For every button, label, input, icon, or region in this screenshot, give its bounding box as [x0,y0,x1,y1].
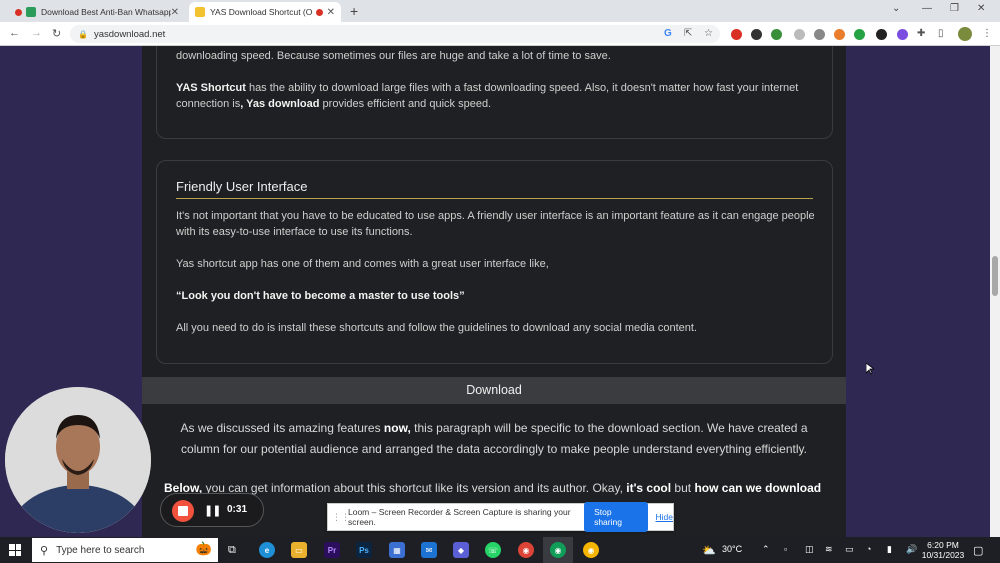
task-view-icon[interactable]: ⧉ [228,544,236,557]
menu-dots-icon[interactable]: ⋮ [982,28,992,39]
url-text: yasdownload.net [93,28,166,40]
reload-icon[interactable]: ↻ [52,27,61,40]
google-icon[interactable]: G [664,28,672,39]
clock-time: 6:20 PM [927,540,959,550]
ui-paragraph-3: All you need to do is install these shor… [176,322,697,334]
chrome-icon[interactable]: ◉ [583,542,599,558]
close-tab-icon[interactable]: ✕ [171,7,179,18]
share-icon[interactable]: ⇱ [684,28,692,39]
download-paragraph-1: As we discussed its amazing features now… [180,421,808,456]
extension-icon[interactable] [897,29,908,40]
extension-icon[interactable] [834,29,845,40]
site-favicon-icon [26,7,36,17]
bookmark-star-icon[interactable]: ☆ [704,28,713,39]
screen-share-notice: ⋮⋮ Loom – Screen Recorder & Screen Captu… [327,502,674,532]
mail-icon[interactable]: ✉ [421,542,437,558]
minimize-icon[interactable]: — [922,3,932,14]
extension-icon[interactable] [794,29,805,40]
edge-icon[interactable]: e [259,542,275,558]
hide-link[interactable]: Hide [656,512,673,522]
chevron-down-icon[interactable]: ⌄ [892,3,900,14]
whatsapp-icon[interactable]: ☏ [485,542,501,558]
ui-paragraph-1: It's not important that you have to be e… [176,210,815,238]
avatar[interactable] [958,27,972,41]
scrollbar-thumb[interactable] [992,256,998,296]
file-explorer-icon[interactable]: ▭ [291,542,307,558]
site-favicon-icon [195,7,205,17]
ms-store-icon[interactable]: ▦ [389,542,405,558]
volume-icon[interactable]: 🔊 [906,544,917,555]
page-scrollbar[interactable] [990,46,1000,537]
weather-temp[interactable]: 30°C [722,544,742,554]
new-tab-button[interactable]: + [350,3,358,19]
microphone-icon[interactable]: ▮ [887,544,892,555]
wifi-icon[interactable]: ≋ [825,544,833,555]
tray-app-icon[interactable]: ▫ [784,544,787,554]
drag-handle-icon[interactable]: ⋮⋮ [332,512,350,523]
address-bar[interactable]: 🔒 yasdownload.net [70,25,720,43]
tray-app-icon[interactable]: ◫ [805,544,814,555]
extension-icon[interactable] [876,29,887,40]
download-section-header: Download [142,377,846,404]
section-heading: Friendly User Interface [176,179,308,194]
speed-section-card: downloading speed. Because sometimes our… [156,46,833,139]
puzzle-icon[interactable]: ✚ [917,28,925,39]
ui-paragraph-2: Yas shortcut app has one of them and com… [176,258,549,270]
intro-tail-text: downloading speed. Because sometimes our… [176,50,611,62]
presenter-video-icon [5,387,151,533]
tab-title: YAS Download Shortcut (Of [210,7,312,17]
download-paragraph-2: Below, you can get information about thi… [164,481,822,495]
extension-icon[interactable] [731,29,742,40]
mouse-cursor-icon [866,363,874,375]
weather-icon: ⛅ [702,545,716,557]
restore-icon[interactable]: ❐ [950,3,959,14]
battery-icon[interactable]: ▭ [845,544,854,555]
taskbar-clock[interactable]: 6:20 PM 10/31/2023 [918,540,968,560]
app-icon[interactable]: ◆ [453,542,469,558]
share-message: Loom – Screen Recorder & Screen Capture … [348,507,571,527]
halloween-pumpkin-icon: 🎃 [195,541,212,556]
back-arrow-icon[interactable]: ← [9,27,20,39]
speed-paragraph: YAS Shortcut has the ability to download… [176,82,799,110]
extension-icon[interactable] [751,29,762,40]
webcam-bubble[interactable] [5,387,151,533]
chrome-icon[interactable]: ◉ [518,542,534,558]
loom-record-controls: ❚❚ 0:31 [160,493,264,527]
extension-icon[interactable] [854,29,865,40]
taskbar-search-input[interactable]: ⚲ Type here to search 🎃 [32,538,218,562]
ui-quote: “Look you don't have to become a master … [176,290,465,302]
forward-arrow-icon[interactable]: → [31,27,42,39]
recording-dot-icon [315,8,323,16]
windows-taskbar: ⚲ Type here to search 🎃 ⧉ e ▭ Pr Ps ▦ ✉ … [0,537,1000,563]
close-window-icon[interactable]: ✕ [977,3,985,14]
close-tab-icon[interactable]: ✕ [327,7,335,18]
address-toolbar: ← → ↻ 🔒 yasdownload.net G ⇱ ☆ ✚ ▯ ⋮ [0,22,1000,46]
windows-start-icon[interactable] [9,544,21,556]
ui-section-card: Friendly User Interface It's not importa… [156,160,833,364]
clock-date: 10/31/2023 [921,550,965,560]
pause-icon[interactable]: ❚❚ [204,504,221,517]
chrome-icon[interactable]: ◉ [550,542,566,558]
tab-yas-download[interactable]: YAS Download Shortcut (Of ✕ [189,2,341,22]
lock-icon: 🔒 [78,29,88,39]
premiere-pro-icon[interactable]: Pr [324,542,340,558]
recording-timer: 0:31 [227,504,248,515]
tray-app-icon[interactable]: ◔ [866,544,871,554]
tab-strip: Download Best Anti-Ban Whatsapp ✕ YAS Do… [0,0,1000,22]
stop-recording-button[interactable] [172,500,194,522]
stop-sharing-button[interactable]: Stop sharing [584,502,648,532]
extension-icon[interactable] [814,29,825,40]
extension-icon[interactable] [771,29,782,40]
search-placeholder: Type here to search [56,544,145,556]
search-icon: ⚲ [40,544,49,557]
chevron-up-icon[interactable]: ⌃ [762,544,770,555]
photoshop-icon[interactable]: Ps [356,542,372,558]
article-column: downloading speed. Because sometimes our… [142,46,846,537]
sidepanel-icon[interactable]: ▯ [938,28,944,39]
tab-title: Download Best Anti-Ban Whatsapp [41,7,171,17]
heading-underline [176,198,813,199]
notification-icon[interactable]: ▢ [973,544,983,557]
recording-dot-icon [15,8,22,16]
tab-antiban[interactable]: Download Best Anti-Ban Whatsapp ✕ [5,2,185,22]
